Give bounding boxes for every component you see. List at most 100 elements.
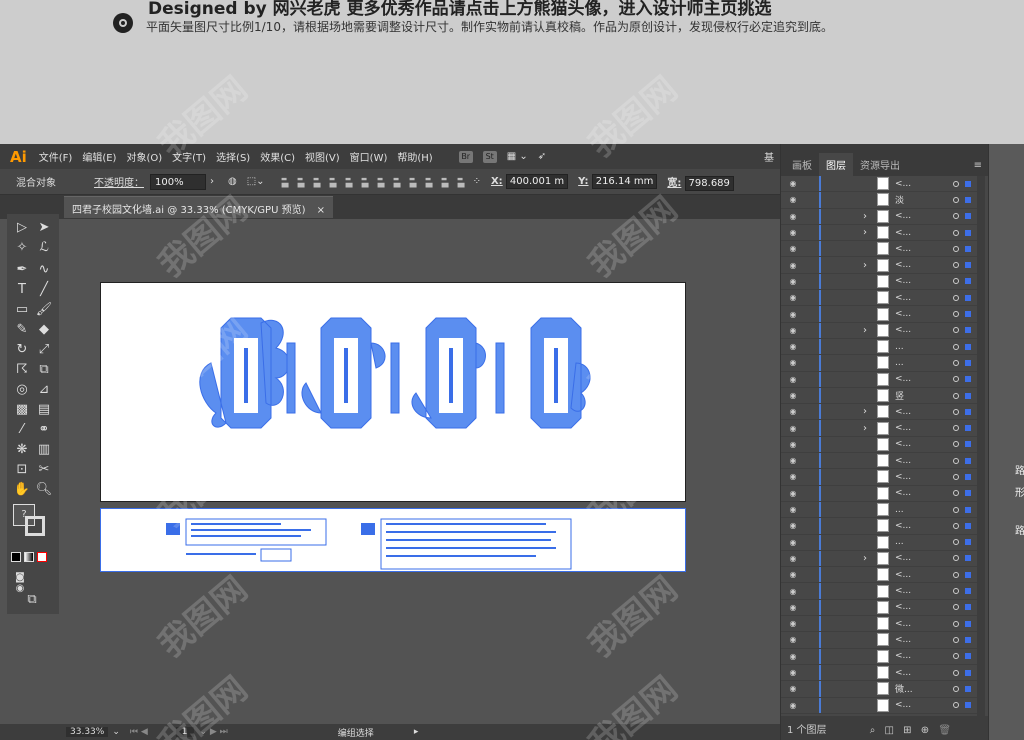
layer-row[interactable]: ◉... bbox=[781, 338, 977, 356]
close-tab-icon[interactable]: × bbox=[317, 205, 325, 216]
zoom-dropdown-icon[interactable]: ⌄ bbox=[112, 727, 120, 737]
status-mode[interactable]: 编组选择 bbox=[338, 726, 374, 739]
artboard-tool-icon[interactable]: ⊡ bbox=[13, 462, 31, 477]
eye-icon[interactable]: ◉ bbox=[785, 358, 801, 367]
menu-view[interactable]: 视图(V) bbox=[305, 149, 340, 164]
next-artboard-icon[interactable]: ⌄ ▶ ⏭ bbox=[200, 727, 228, 737]
target-icon[interactable] bbox=[953, 343, 959, 350]
blend-icon[interactable]: ⚭ bbox=[35, 422, 53, 437]
eye-icon[interactable]: ◉ bbox=[785, 521, 801, 530]
chevron-right-icon[interactable]: › bbox=[863, 211, 867, 222]
selection-indicator-icon[interactable] bbox=[965, 669, 971, 676]
layer-row[interactable]: ◉ › <... bbox=[781, 420, 977, 437]
draw-mode-icon[interactable]: ◙ ◉ bbox=[11, 572, 29, 594]
opacity-label[interactable]: 不透明度： bbox=[94, 174, 144, 189]
eye-icon[interactable]: ◉ bbox=[785, 603, 801, 612]
eye-icon[interactable]: ◉ bbox=[785, 310, 801, 319]
target-icon[interactable] bbox=[953, 294, 959, 301]
align-left-icon[interactable] bbox=[278, 175, 289, 188]
layer-row[interactable]: ◉ › <... bbox=[781, 550, 977, 568]
target-icon[interactable] bbox=[953, 702, 959, 709]
target-icon[interactable] bbox=[953, 457, 959, 464]
eye-icon[interactable]: ◉ bbox=[785, 293, 801, 302]
target-icon[interactable] bbox=[953, 669, 959, 676]
target-icon[interactable] bbox=[953, 620, 959, 627]
selection-indicator-icon[interactable] bbox=[965, 490, 971, 497]
target-icon[interactable] bbox=[953, 311, 959, 318]
target-icon[interactable] bbox=[953, 245, 959, 252]
selection-indicator-icon[interactable] bbox=[965, 262, 971, 269]
menu-edit[interactable]: 编辑(E) bbox=[82, 149, 116, 164]
artboard-notes[interactable] bbox=[100, 508, 686, 572]
gradient-icon[interactable]: ▤ bbox=[35, 402, 53, 417]
type-tool-icon[interactable]: T bbox=[13, 282, 31, 297]
selection-indicator-icon[interactable] bbox=[965, 555, 971, 562]
selection-indicator-icon[interactable] bbox=[965, 457, 971, 464]
eye-icon[interactable]: ◉ bbox=[785, 342, 801, 351]
rectangle-tool-icon[interactable]: ▭ bbox=[13, 302, 31, 317]
layer-row[interactable]: ◉ <... bbox=[781, 306, 977, 323]
chevron-right-icon[interactable]: › bbox=[210, 176, 214, 187]
menu-object[interactable]: 对象(O) bbox=[126, 149, 162, 164]
eye-icon[interactable]: ◉ bbox=[785, 538, 801, 547]
layer-row[interactable]: ◉ › <... bbox=[781, 224, 977, 242]
make-clipping-mask-icon[interactable]: ◫ bbox=[885, 725, 894, 736]
layer-row[interactable]: ◉ <... bbox=[781, 518, 977, 535]
target-icon[interactable] bbox=[953, 425, 959, 432]
distribute-right-icon[interactable] bbox=[454, 175, 465, 188]
target-icon[interactable] bbox=[953, 196, 959, 203]
eye-icon[interactable]: ◉ bbox=[785, 195, 801, 204]
align-hcenter-icon[interactable] bbox=[294, 175, 305, 188]
document-tab[interactable]: 四君子校园文化墙.ai @ 33.33% (CMYK/GPU 预览) × bbox=[64, 196, 334, 218]
selection-indicator-icon[interactable] bbox=[965, 229, 971, 236]
layer-row[interactable]: ◉... bbox=[781, 534, 977, 551]
new-sublayer-icon[interactable]: ⊞ bbox=[903, 725, 911, 736]
selection-indicator-icon[interactable] bbox=[965, 539, 971, 546]
delete-layer-icon[interactable]: 🗑 bbox=[938, 725, 951, 736]
eye-icon[interactable]: ◉ bbox=[785, 228, 801, 237]
opacity-input[interactable]: 100% bbox=[150, 173, 206, 190]
recolor-icon[interactable]: ◍ bbox=[228, 176, 237, 187]
graph-tool-icon[interactable]: ▥ bbox=[35, 442, 53, 457]
eye-icon[interactable]: ◉ bbox=[785, 587, 801, 596]
panel-icon[interactable]: 形 bbox=[1015, 484, 1024, 499]
eye-icon[interactable]: ◉ bbox=[785, 375, 801, 384]
selection-indicator-icon[interactable] bbox=[965, 376, 971, 383]
paintbrush-icon[interactable]: 🖌 bbox=[35, 302, 53, 317]
eye-icon[interactable]: ◉ bbox=[785, 505, 801, 514]
menu-file[interactable]: 文件(F) bbox=[39, 149, 73, 164]
selection-indicator-icon[interactable] bbox=[965, 473, 971, 480]
target-icon[interactable] bbox=[953, 473, 959, 480]
eye-icon[interactable]: ◉ bbox=[785, 635, 801, 644]
target-icon[interactable] bbox=[953, 522, 959, 529]
target-icon[interactable] bbox=[953, 653, 959, 660]
target-icon[interactable] bbox=[953, 327, 959, 334]
selection-indicator-icon[interactable] bbox=[965, 180, 971, 187]
y-input[interactable]: 216.14 mm bbox=[591, 174, 658, 189]
target-icon[interactable] bbox=[953, 229, 959, 236]
free-transform-icon[interactable]: ⧉ bbox=[35, 362, 53, 377]
chevron-right-icon[interactable]: › bbox=[863, 553, 867, 564]
perspective-icon[interactable]: ⊿ bbox=[35, 382, 53, 397]
target-icon[interactable] bbox=[953, 180, 959, 187]
selection-indicator-icon[interactable] bbox=[965, 327, 971, 334]
selection-indicator-icon[interactable] bbox=[965, 620, 971, 627]
gradient-mode-icon[interactable] bbox=[24, 552, 34, 562]
reference-point-icon[interactable]: ⁘ bbox=[473, 176, 481, 187]
eye-icon[interactable]: ◉ bbox=[785, 652, 801, 661]
selection-indicator-icon[interactable] bbox=[965, 653, 971, 660]
eye-icon[interactable]: ◉ bbox=[785, 179, 801, 188]
eye-icon[interactable]: ◉ bbox=[785, 701, 801, 710]
curvature-icon[interactable]: ∿ bbox=[35, 262, 53, 277]
layer-row[interactable]: ◉ › <... bbox=[781, 322, 977, 339]
layer-row[interactable]: ◉ › <... bbox=[781, 257, 977, 274]
layer-row[interactable]: ◉ <... bbox=[781, 648, 977, 665]
artboard-number[interactable]: 1 bbox=[175, 727, 194, 737]
eye-icon[interactable]: ◉ bbox=[785, 554, 801, 563]
magic-wand-icon[interactable]: ✧ bbox=[13, 240, 31, 255]
direct-selection-tool-icon[interactable]: ➤ bbox=[35, 220, 53, 235]
menu-select[interactable]: 选择(S) bbox=[216, 149, 250, 164]
eye-icon[interactable]: ◉ bbox=[785, 212, 801, 221]
menu-effect[interactable]: 效果(C) bbox=[260, 149, 295, 164]
warp-icon[interactable]: ☈ bbox=[13, 362, 31, 377]
